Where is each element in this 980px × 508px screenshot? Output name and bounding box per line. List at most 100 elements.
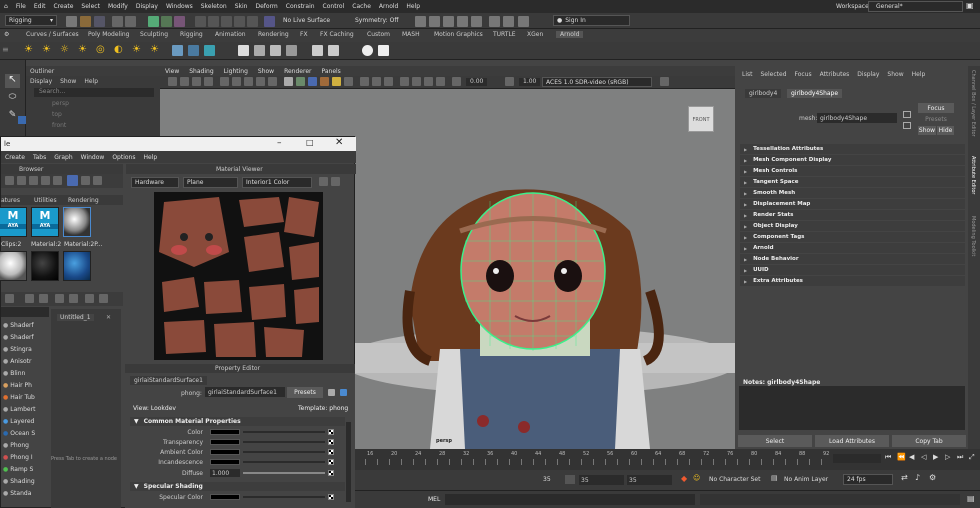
shelf-tab-poly[interactable]: Poly Modeling (88, 31, 130, 38)
shelf-tab-motion-graphics[interactable]: Motion Graphics (434, 31, 483, 38)
motion-blur-icon[interactable] (372, 77, 381, 86)
menu-edit[interactable]: Edit (30, 3, 50, 10)
arnold-render-icon[interactable] (489, 16, 500, 27)
textured-icon[interactable] (320, 77, 329, 86)
ae-section-mesh-component-display[interactable]: Mesh Component Display (740, 155, 965, 165)
gate-mask-icon[interactable] (256, 77, 265, 86)
node-item-lambert[interactable]: ● Lambert (1, 404, 51, 415)
attr-specular-color-slider[interactable] (243, 496, 325, 498)
menu-cache[interactable]: Cache (348, 3, 375, 10)
gamma-icon[interactable] (505, 77, 514, 86)
show-button[interactable]: Show (918, 126, 936, 135)
attr-transparency-map-icon[interactable] (328, 439, 334, 445)
node-item-standard-surface[interactable]: ● Standa (1, 488, 51, 499)
graph-materials-icon[interactable] (67, 175, 78, 186)
menu-display[interactable]: Display (132, 3, 162, 10)
shelf-tab-animation[interactable]: Animation (215, 31, 246, 38)
attr-specular-map-icon[interactable] (328, 494, 334, 500)
node-item-shaderfx1[interactable]: ● Shaderf (1, 320, 51, 331)
save-scene-icon[interactable] (94, 16, 105, 27)
colorspace-select[interactable]: ACES 1.0 SDR-video (sRGB) (542, 77, 652, 87)
ae-menu-help[interactable]: Help (908, 71, 930, 78)
node-item-anisotropic[interactable]: ● Anisotr (1, 356, 51, 367)
menu-control[interactable]: Control (319, 3, 349, 10)
viewport-menu-view[interactable]: View (160, 68, 184, 75)
ae-section-tessellation[interactable]: Tessellation Attributes (740, 144, 965, 154)
outliner-item-top[interactable]: top (52, 111, 62, 118)
ae-section-extra-attributes[interactable]: Extra Attributes (740, 276, 965, 286)
shelf-tab-curves[interactable]: Curves / Surfaces (26, 31, 79, 38)
use-lights-icon[interactable] (332, 77, 341, 86)
shelf-tab-rendering[interactable]: Rendering (258, 31, 289, 38)
node-item-hair-physical[interactable]: ● Hair Ph (1, 380, 51, 391)
notes-textarea[interactable] (739, 386, 965, 430)
tx-manager-icon[interactable] (270, 45, 281, 56)
swatch-sphere-ocean[interactable] (63, 251, 91, 281)
shelf-tab-sculpting[interactable]: Sculpting (140, 31, 168, 38)
arnold-ipr-icon[interactable] (503, 16, 514, 27)
menu-constrain[interactable]: Constrain (282, 3, 319, 10)
graph-tab-untitled[interactable]: Untitled_1 (57, 314, 94, 321)
texture-icon[interactable] (254, 45, 265, 56)
step-back-key-icon[interactable]: ⏪ (897, 453, 906, 461)
minimize-icon[interactable]: – (277, 138, 282, 148)
browser-tab-rendering[interactable]: Rendering (68, 197, 99, 204)
anim-layer-select[interactable]: No Anim Layer (781, 474, 839, 485)
maximize-icon[interactable]: □ (306, 138, 314, 147)
procedural-icon[interactable] (188, 45, 199, 56)
shadows-icon[interactable] (344, 77, 353, 86)
snap-grid-icon[interactable] (195, 16, 206, 27)
node-item-hair-tube[interactable]: ● Hair Tub (1, 392, 51, 403)
pe-section-specular[interactable]: ▼ Specular Shading (130, 482, 345, 491)
menu-windows[interactable]: Windows (162, 3, 197, 10)
pe-presets-button[interactable]: Presets (287, 387, 323, 398)
light-portal-icon[interactable]: ☀ (150, 44, 159, 55)
xray-icon[interactable] (412, 77, 421, 86)
shelf-tab-fx[interactable]: FX (300, 31, 308, 38)
ae-menu-list[interactable]: List (738, 71, 757, 78)
node-item-layered[interactable]: ● Layered (1, 416, 51, 427)
node-item-shading-map[interactable]: ● Shading (1, 476, 51, 487)
mv-snapshot-icon[interactable] (331, 177, 340, 186)
node-graph-area[interactable]: Untitled_1 ✕ Press Tab to create a node (51, 309, 121, 508)
hs-menu-graph[interactable]: Graph (50, 154, 76, 161)
hs-menu-window[interactable]: Window (77, 154, 109, 161)
attr-diffuse-field[interactable]: 1.000 (210, 469, 240, 477)
expand-icon[interactable]: ⤢ (969, 453, 975, 462)
move-tool-icon[interactable] (18, 116, 26, 124)
node-item-stingray[interactable]: ● Stingra (1, 344, 51, 355)
select-object-icon[interactable] (161, 16, 172, 27)
ae-menu-focus[interactable]: Focus (791, 71, 816, 78)
menu-arnold[interactable]: Arnold (375, 3, 402, 10)
pe-node-tab[interactable]: girlaiStandardSurface1 (130, 376, 207, 385)
ae-tab-girlbody4[interactable]: girlbody4 (745, 89, 782, 98)
resolution-gate-icon[interactable] (244, 77, 253, 86)
side-tab-attribute-editor[interactable]: Attribute Editor (970, 156, 976, 194)
gamma-field[interactable]: 1.00 (519, 78, 541, 86)
browser-tab-textures[interactable]: atures (1, 197, 20, 204)
spot-light-icon[interactable]: ☼ (60, 44, 69, 55)
browser-icon-6[interactable] (81, 176, 90, 185)
swatch-sphere-white[interactable] (0, 251, 27, 281)
home-icon[interactable]: ⌂ (0, 3, 12, 10)
ae-section-node-behavior[interactable]: Node Behavior (740, 254, 965, 264)
mesh-name-field[interactable]: girlbody4Shape (817, 113, 897, 123)
render-view-icon[interactable] (415, 16, 426, 27)
hs-menu-help[interactable]: Help (139, 154, 161, 161)
current-frame-field[interactable] (833, 454, 881, 463)
shelf-tab-mash[interactable]: MASH (402, 31, 420, 38)
camera-select-icon[interactable] (168, 77, 177, 86)
create-icon-1[interactable] (5, 294, 14, 303)
swatch-material2p[interactable] (63, 207, 91, 237)
viewport-menu-shading[interactable]: Shading (184, 68, 218, 75)
aov-icon[interactable] (378, 45, 389, 56)
step-forward-icon[interactable]: ▷ (945, 453, 950, 461)
auto-key-icon[interactable]: ◆ (681, 474, 687, 483)
copy-tab-button[interactable]: Copy Tab (892, 435, 966, 447)
create-icon-3[interactable] (39, 294, 48, 303)
sign-in-button[interactable]: ● Sign In (553, 15, 630, 26)
ae-presets-button[interactable]: Presets (918, 115, 954, 124)
browser-tab-utilities[interactable]: Utilities (34, 197, 57, 204)
attr-color-swatch[interactable] (210, 429, 240, 435)
hs-menu-tabs[interactable]: Tabs (29, 154, 50, 161)
